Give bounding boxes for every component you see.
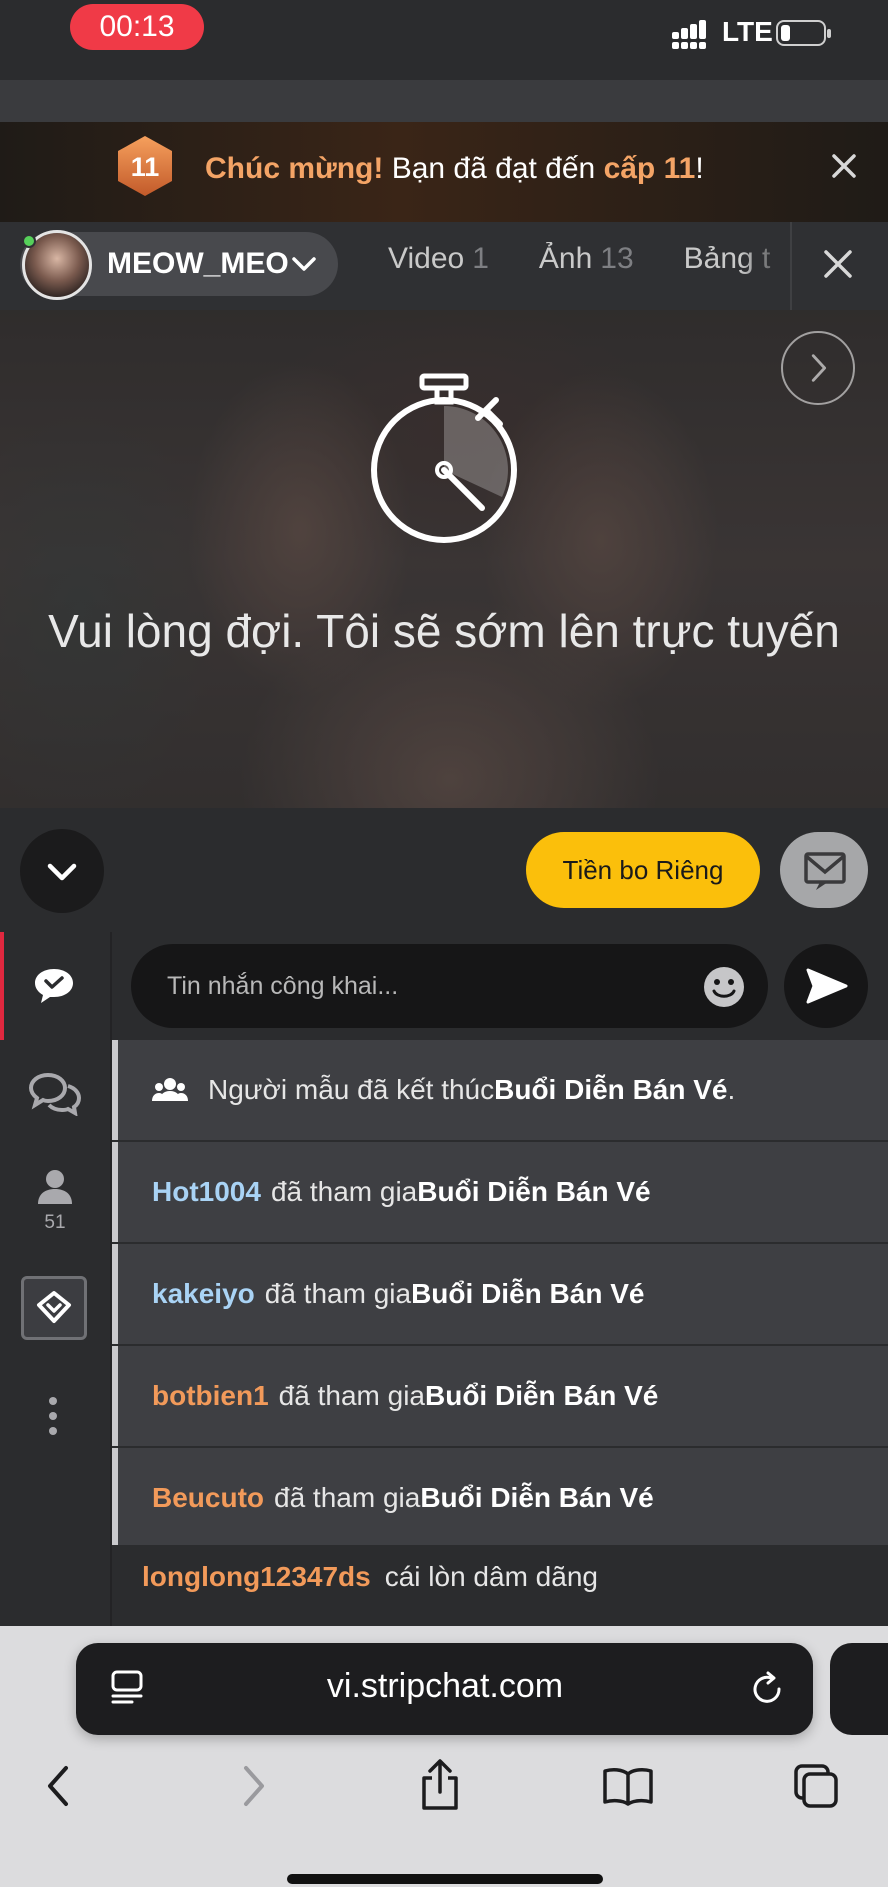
collapse-button[interactable] [20, 829, 104, 913]
chat-input[interactable] [131, 944, 768, 1028]
send-icon [806, 968, 848, 1004]
signal-icon [672, 20, 706, 49]
private-message-button[interactable] [780, 832, 868, 908]
users-icon[interactable] [36, 1168, 74, 1206]
hidden-header-strip [0, 80, 888, 122]
level-up-message: Chúc mừng! Bạn đã đạt đến cấp 11! [205, 152, 704, 185]
emoji-icon[interactable] [703, 966, 745, 1008]
level-badge-icon: 11 [118, 136, 172, 196]
header-divider [790, 222, 792, 310]
chat-message: Hot1004 đã tham gia Buổi Diễn Bán Vé [112, 1142, 888, 1242]
chat-message: longlong12347ds cái lòn dâm dãng [112, 1545, 888, 1626]
battery-icon [776, 20, 831, 46]
back-icon[interactable] [44, 1764, 74, 1808]
chat-message: botbien1 đã tham gia Buổi Diễn Bán Vé [112, 1346, 888, 1446]
chevron-down-icon [47, 863, 77, 881]
level-badge-number: 11 [131, 152, 160, 182]
active-indicator [0, 932, 4, 1040]
username[interactable]: Beucuto [152, 1482, 264, 1514]
reload-icon[interactable] [748, 1670, 786, 1708]
close-icon[interactable] [826, 148, 862, 184]
mail-icon [804, 852, 846, 890]
public-chat-icon[interactable] [32, 966, 76, 1006]
network-type: LTE [722, 16, 773, 47]
profile-tabs: Video 1 Ảnh 13 Bảng t [388, 242, 788, 286]
share-icon[interactable] [418, 1758, 462, 1812]
close-icon[interactable] [820, 246, 856, 282]
system-message: Người mẫu đã kết thúc Buổi Diễn Bán Vé. [112, 1040, 888, 1140]
recording-timer[interactable]: 00:13 [70, 4, 204, 50]
send-button[interactable] [784, 944, 868, 1028]
chat-message: kakeiyo đã tham gia Buổi Diễn Bán Vé [112, 1244, 888, 1344]
tab-video[interactable]: Video 1 [388, 242, 489, 286]
home-indicator[interactable] [287, 1874, 603, 1884]
tabs-icon[interactable] [792, 1762, 840, 1810]
reader-icon[interactable] [110, 1670, 144, 1708]
chevron-down-icon[interactable] [290, 254, 318, 274]
ultimate-button[interactable] [21, 1276, 87, 1340]
model-name[interactable]: MEOW_MEO [107, 247, 289, 281]
private-tip-button[interactable]: Tiền bo Riêng [526, 832, 760, 908]
tab-photos[interactable]: Ảnh 13 [539, 242, 634, 286]
username[interactable]: kakeiyo [152, 1278, 255, 1310]
username[interactable]: botbien1 [152, 1380, 269, 1412]
forward-icon[interactable] [238, 1764, 268, 1808]
username[interactable]: longlong12347ds [142, 1561, 371, 1593]
chevron-right-icon[interactable] [781, 331, 855, 405]
username[interactable]: Hot1004 [152, 1176, 261, 1208]
diamond-icon [37, 1291, 71, 1323]
bookmarks-icon[interactable] [602, 1766, 654, 1806]
url-text[interactable]: vi.stripchat.com [200, 1667, 690, 1706]
stopwatch-icon [371, 373, 517, 543]
offline-status-message: Vui lòng đợi. Tôi sẽ sớm lên trực tuyến [48, 605, 840, 657]
online-status-dot [22, 234, 36, 248]
chat-message: Beucuto đã tham gia Buổi Diễn Bán Vé [112, 1448, 888, 1548]
users-count: 51 [44, 1212, 66, 1233]
group-icon [152, 1078, 188, 1101]
tabs-fade [740, 222, 790, 310]
private-chats-icon[interactable] [28, 1072, 82, 1116]
next-tab-peek[interactable] [830, 1643, 888, 1735]
more-icon[interactable] [48, 1396, 58, 1436]
